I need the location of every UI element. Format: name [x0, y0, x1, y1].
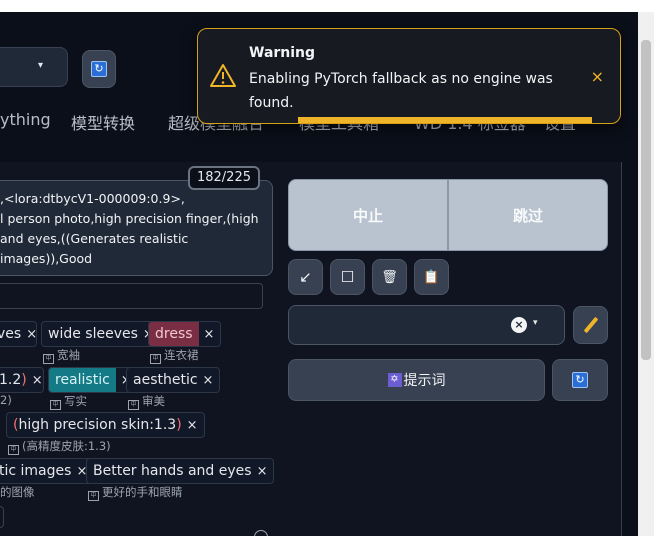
tag-label: Better hands and eyes	[93, 463, 252, 479]
tag-chip[interactable]: (high precision skin:1.3) ×	[6, 412, 205, 438]
translate-icon: 中	[128, 400, 139, 410]
close-icon[interactable]: ×	[26, 327, 37, 342]
toast-progress-bar	[298, 117, 592, 123]
scrollbar-thumb[interactable]	[641, 40, 651, 360]
tag-translation: 中连衣裙	[150, 347, 199, 364]
tag-label: dress	[149, 322, 199, 346]
tag-chip[interactable]: aesthetic ×	[126, 367, 221, 393]
tag-label: tic images	[0, 463, 72, 479]
chevron-down-icon: ▾	[533, 318, 538, 328]
warning-icon	[210, 64, 236, 87]
tag-label: realistic	[49, 368, 116, 392]
tag-translation: 中写实	[50, 393, 87, 410]
tag-label: ves	[0, 326, 22, 342]
tab-model-convert[interactable]: 模型转换	[71, 110, 135, 134]
page-scrollbar[interactable]	[638, 12, 654, 536]
chevron-down-icon: ▾	[37, 60, 43, 71]
styles-dropdown[interactable]: × ▾	[288, 305, 565, 345]
clear-icon[interactable]: ×	[511, 317, 527, 333]
trash-button[interactable]: 🗑	[372, 259, 407, 295]
tag-translation: 的图像	[0, 485, 35, 499]
prompt-helper-button[interactable]: ✡ 提示词	[288, 359, 545, 401]
translate-icon: 中	[50, 400, 61, 410]
clipboard-button[interactable]: 📋	[414, 259, 449, 295]
tag-translation: 中更好的手和眼睛	[88, 484, 183, 501]
tab-everything[interactable]: ything	[0, 110, 51, 129]
clipboard-icon: 📋	[423, 269, 440, 285]
close-icon[interactable]: ×	[203, 373, 214, 388]
browser-top-strip	[0, 0, 654, 12]
translate-icon: 中	[150, 354, 161, 364]
refresh-styles-button[interactable]: ↻	[552, 359, 608, 401]
tag-chip[interactable]: tic images ×	[0, 458, 95, 484]
tag-chip[interactable]: Better hands and eyes ×	[86, 458, 275, 484]
tag-label: 1.2	[0, 372, 22, 388]
clear-prompt-button[interactable]: ☐	[330, 259, 365, 295]
tag-chip-partial[interactable]	[0, 506, 4, 528]
skip-button[interactable]: 跳过	[448, 179, 608, 251]
square-icon: ☐	[340, 268, 355, 286]
tag-label: high precision skin:1.3	[18, 417, 177, 433]
tag-label: wide sleeves	[48, 326, 138, 342]
star-icon: ✡	[387, 373, 402, 387]
prompt-line-2: l person photo,high precision finger,(hi…	[0, 211, 259, 226]
refresh-model-button[interactable]: ↻	[82, 50, 116, 88]
close-icon[interactable]: ×	[204, 327, 215, 342]
token-counter: 182/225	[188, 166, 260, 190]
close-icon[interactable]: ×	[591, 67, 604, 86]
refresh-icon: ↻	[91, 61, 107, 77]
warning-toast: Warning Enabling PyTorch fallback as no …	[197, 28, 621, 124]
close-icon[interactable]: ×	[32, 373, 43, 388]
tag-chip[interactable]: wide sleeves×	[41, 321, 161, 347]
tag-label: aesthetic	[133, 372, 198, 388]
edit-styles-button[interactable]	[573, 306, 608, 344]
refresh-icon: ↻	[572, 372, 588, 388]
close-icon[interactable]: ×	[187, 418, 198, 433]
tag-chip[interactable]: dress ×	[148, 321, 222, 347]
interrupt-button[interactable]: 中止	[288, 179, 448, 251]
translate-icon: 中	[88, 491, 99, 501]
tag-translation: 中 (高精度皮肤:1.3)	[8, 438, 111, 455]
translate-icon: 中	[43, 354, 54, 364]
tag-search-input[interactable]	[0, 283, 263, 309]
trash-icon: 🗑	[381, 269, 398, 285]
tag-translation: 中宽袖	[43, 347, 80, 364]
model-select[interactable]: ▾	[0, 47, 68, 87]
prompt-line-1: ,<lora:dtbycV1-000009:0.9>,	[0, 191, 185, 206]
tag-translation: 2)	[0, 393, 12, 407]
prompt-line-3: and eyes,((Generates realistic images)),…	[0, 231, 189, 266]
pencil-icon	[583, 316, 598, 334]
tag-chip[interactable]: 1.2) ×	[0, 367, 44, 393]
paste-params-button[interactable]: ↙	[288, 259, 323, 295]
translate-icon: 中	[8, 445, 19, 455]
close-icon[interactable]: ×	[257, 464, 268, 479]
tag-chip[interactable]: ves ×	[0, 321, 37, 347]
toast-title: Warning	[249, 45, 316, 61]
prompt-helper-label: 提示词	[403, 373, 446, 389]
tag-translation: 中审美	[128, 393, 165, 410]
arrow-icon: ↙	[299, 268, 312, 286]
prompt-textarea[interactable]: ,<lora:dtbycV1-000009:0.9>, l person pho…	[0, 180, 273, 276]
toast-message: Enabling PyTorch fallback as no engine w…	[249, 71, 553, 111]
